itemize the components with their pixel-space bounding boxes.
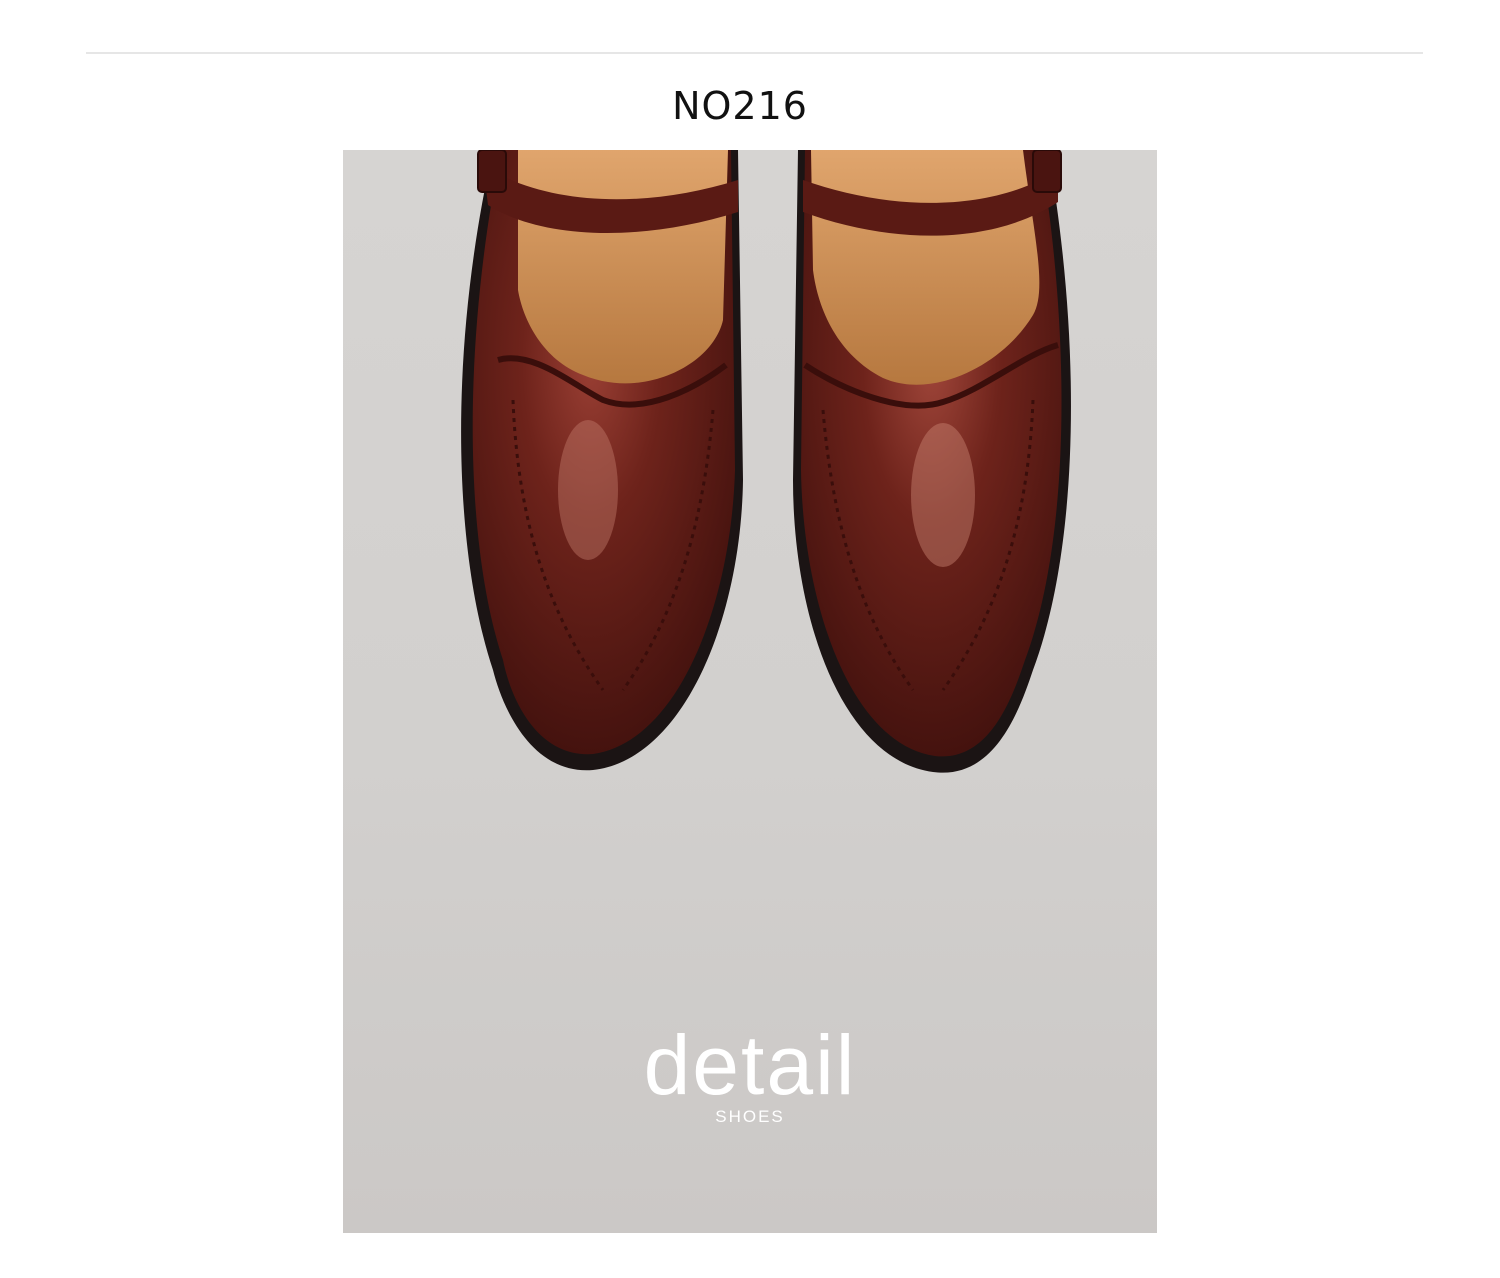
right-shoe: [793, 150, 1071, 773]
left-shoe: [461, 150, 743, 771]
product-photo: detail SHOES: [343, 150, 1157, 1233]
caption-title: detail: [643, 1018, 857, 1112]
product-code: NO216: [672, 84, 808, 128]
caption-subtitle: SHOES: [715, 1107, 785, 1126]
detail-page: NO216 detail SHOES: [0, 0, 1500, 1278]
top-divider: [86, 52, 1423, 54]
